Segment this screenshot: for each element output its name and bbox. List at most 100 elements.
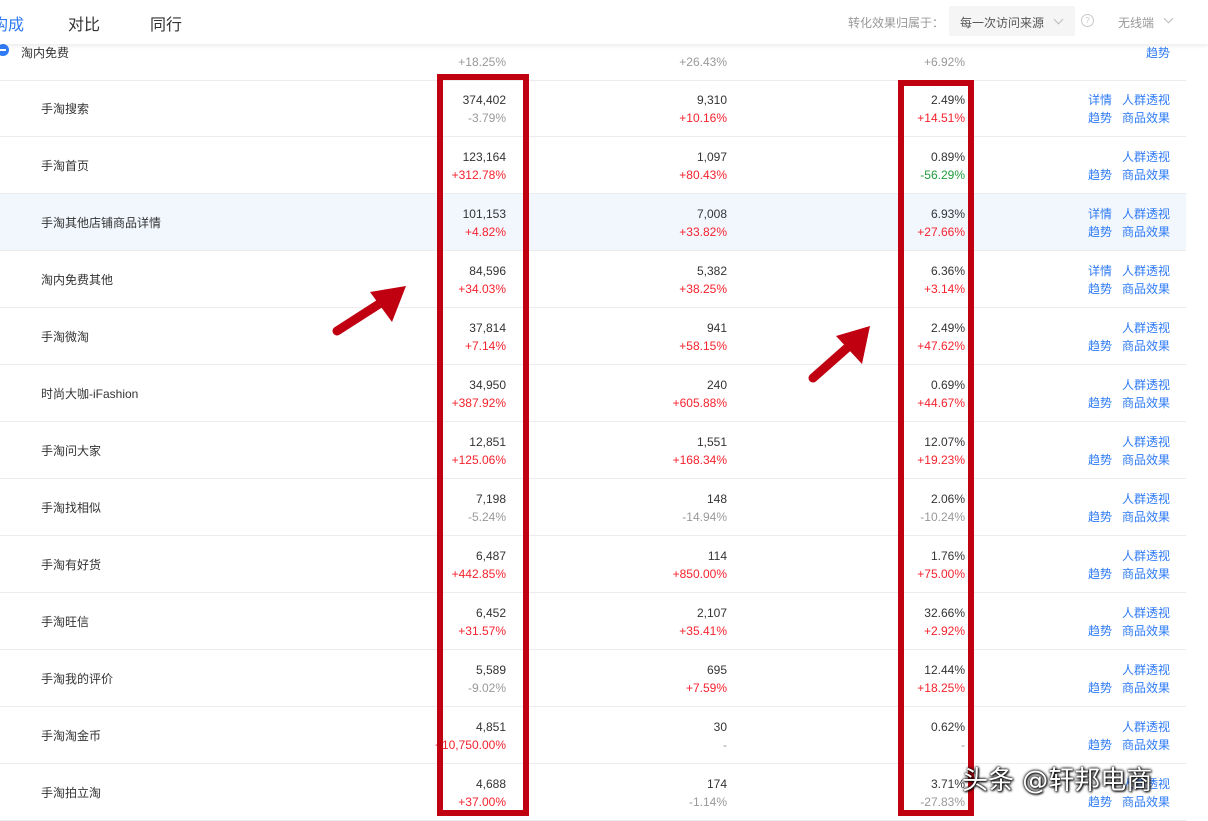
- buyers-value: 1,097: [696, 150, 727, 164]
- help-icon[interactable]: ?: [1081, 14, 1094, 27]
- chevron-down-icon: [1053, 14, 1064, 25]
- detail-link[interactable]: 详情: [1088, 205, 1112, 223]
- source-name: 手淘找相似: [41, 501, 102, 515]
- source-name: 手淘首页: [41, 159, 90, 173]
- buyers-cell: 174 -1.14%: [689, 775, 727, 811]
- trend-link[interactable]: 趋势: [1088, 508, 1112, 526]
- buyers-cell: 1,551 +168.34%: [673, 433, 727, 469]
- trend-link[interactable]: 趋势: [1088, 166, 1112, 184]
- detail-link[interactable]: 详情: [1088, 91, 1112, 109]
- highlight-box-visitors: [437, 74, 529, 816]
- crowd-link[interactable]: 人群透视: [1122, 433, 1170, 451]
- collapse-icon[interactable]: [0, 44, 9, 56]
- source-name: 手淘问大家: [41, 444, 102, 458]
- crowd-link[interactable]: 人群透视: [1122, 91, 1170, 109]
- arrow-icon: [332, 286, 406, 336]
- buyers-cell: 695 +7.59%: [686, 661, 727, 697]
- attribution-value: 每一次访问来源: [960, 16, 1045, 30]
- trend-link[interactable]: 趋势: [1088, 109, 1112, 127]
- product-effect-link[interactable]: 商品效果: [1122, 508, 1170, 526]
- trend-link[interactable]: 趋势: [1088, 280, 1112, 298]
- table-row: 时尚大咖-iFashion 34,950 +387.92% 240 +605.88% 0.…: [0, 365, 1186, 422]
- product-effect-link[interactable]: 商品效果: [1122, 736, 1170, 754]
- buyers-value: 9,310: [696, 93, 727, 107]
- product-effect-link[interactable]: 商品效果: [1122, 451, 1170, 469]
- buyers-value: 148: [706, 492, 727, 506]
- buyers-value: 2,107: [696, 606, 727, 620]
- table-row: 手淘其他店铺商品详情 101,153 +4.82% 7,008 +33.82% 6.93%…: [0, 194, 1186, 251]
- table-row: 手淘搜索 374,402 -3.79% 9,310 +10.16% 2.49% +14.51…: [0, 80, 1186, 137]
- buyers-change: -: [723, 738, 727, 752]
- buyers-change: +80.43%: [679, 168, 727, 182]
- arrow-icon: [808, 326, 870, 383]
- product-effect-link[interactable]: 商品效果: [1122, 394, 1170, 412]
- buyers-change: -14.94%: [682, 510, 727, 524]
- buyers-change: +7.59%: [685, 681, 727, 695]
- crowd-link[interactable]: 人群透视: [1122, 148, 1170, 166]
- source-name: 手淘旺信: [41, 615, 90, 629]
- tab-compare[interactable]: 对比: [68, 11, 100, 35]
- table-row: 手淘旺信 6,452 +31.57% 2,107 +35.41% 32.66% +2.92%…: [0, 593, 1186, 650]
- table-row: 手淘首页 123,164 +312.78% 1,097 +80.43% 0.89% -56.…: [0, 137, 1186, 194]
- crowd-link[interactable]: 人群透视: [1122, 718, 1170, 736]
- attribution-dropdown[interactable]: 每一次访问来源: [949, 6, 1075, 36]
- source-name: 手淘拍立淘: [41, 786, 102, 800]
- detail-link[interactable]: 详情: [1088, 262, 1112, 280]
- product-effect-link[interactable]: 商品效果: [1122, 337, 1170, 355]
- crowd-link[interactable]: 人群透视: [1122, 376, 1170, 394]
- buyers-cell: 941 +58.15%: [679, 319, 727, 355]
- product-effect-link[interactable]: 商品效果: [1122, 280, 1170, 298]
- buyers-value: 5,382: [696, 264, 727, 278]
- product-effect-link[interactable]: 商品效果: [1122, 223, 1170, 241]
- buyers-value: 240: [706, 378, 727, 392]
- crowd-link[interactable]: 人群透视: [1122, 547, 1170, 565]
- trend-link[interactable]: 趋势: [1088, 622, 1112, 640]
- buyers-value: 1,551: [696, 435, 727, 449]
- group-change-buyers: +26.43%: [679, 55, 727, 69]
- crowd-link[interactable]: 人群透视: [1122, 604, 1170, 622]
- product-effect-link[interactable]: 商品效果: [1122, 166, 1170, 184]
- buyers-change: +58.15%: [679, 339, 727, 353]
- product-effect-link[interactable]: 商品效果: [1122, 622, 1170, 640]
- buyers-cell: 5,382 +38.25%: [679, 262, 727, 298]
- table-row: 手淘微淘 37,814 +7.14% 941 +58.15% 2.49% +47.62% 人群…: [0, 308, 1186, 365]
- tab-peers[interactable]: 同行: [150, 11, 182, 35]
- crowd-link[interactable]: 人群透视: [1122, 262, 1170, 280]
- trend-link[interactable]: 趋势: [1088, 223, 1112, 241]
- buyers-cell: 30 -: [714, 718, 727, 754]
- trend-link[interactable]: 趋势: [1088, 451, 1112, 469]
- group-trend-link[interactable]: 趋势: [1146, 44, 1170, 61]
- buyers-value: 174: [706, 777, 727, 791]
- trend-link[interactable]: 趋势: [1088, 337, 1112, 355]
- product-effect-link[interactable]: 商品效果: [1122, 679, 1170, 697]
- group-name: 淘内免费: [21, 46, 70, 60]
- source-name: 淘内免费其他: [41, 273, 114, 287]
- buyers-cell: 7,008 +33.82%: [679, 205, 727, 241]
- buyers-change: +850.00%: [672, 567, 727, 581]
- trend-link[interactable]: 趋势: [1088, 394, 1112, 412]
- group-change-visitors: +18.25%: [458, 55, 506, 69]
- highlight-box-rate: [898, 80, 974, 816]
- crowd-link[interactable]: 人群透视: [1122, 490, 1170, 508]
- table-row: 手淘有好货 6,487 +442.85% 114 +850.00% 1.76% +75.00…: [0, 536, 1186, 593]
- buyers-cell: 148 -14.94%: [682, 490, 727, 526]
- buyers-value: 695: [706, 663, 727, 677]
- group-row: 淘内免费 +18.25% +26.43% +6.92% 趋势: [0, 44, 1186, 81]
- product-effect-link[interactable]: 商品效果: [1122, 565, 1170, 583]
- crowd-link[interactable]: 人群透视: [1122, 661, 1170, 679]
- product-effect-link[interactable]: 商品效果: [1122, 109, 1170, 127]
- buyers-change: +33.82%: [679, 225, 727, 239]
- watermark: 头条 @轩邦电商: [962, 766, 1153, 796]
- crowd-link[interactable]: 人群透视: [1122, 205, 1170, 223]
- source-name: 手淘其他店铺商品详情: [41, 216, 162, 230]
- crowd-link[interactable]: 人群透视: [1122, 319, 1170, 337]
- buyers-cell: 114 +850.00%: [673, 547, 727, 583]
- trend-link[interactable]: 趋势: [1088, 679, 1112, 697]
- source-name: 手淘我的评价: [41, 672, 114, 686]
- trend-link[interactable]: 趋势: [1088, 736, 1112, 754]
- chevron-down-icon: [1163, 13, 1174, 24]
- trend-link[interactable]: 趋势: [1088, 565, 1112, 583]
- top-bar: 构成 对比 同行 转化效果归属于： 每一次访问来源 ? 无线端: [0, 0, 1208, 44]
- tab-composition[interactable]: 构成: [0, 11, 24, 35]
- buyers-cell: 240 +605.88%: [673, 376, 727, 412]
